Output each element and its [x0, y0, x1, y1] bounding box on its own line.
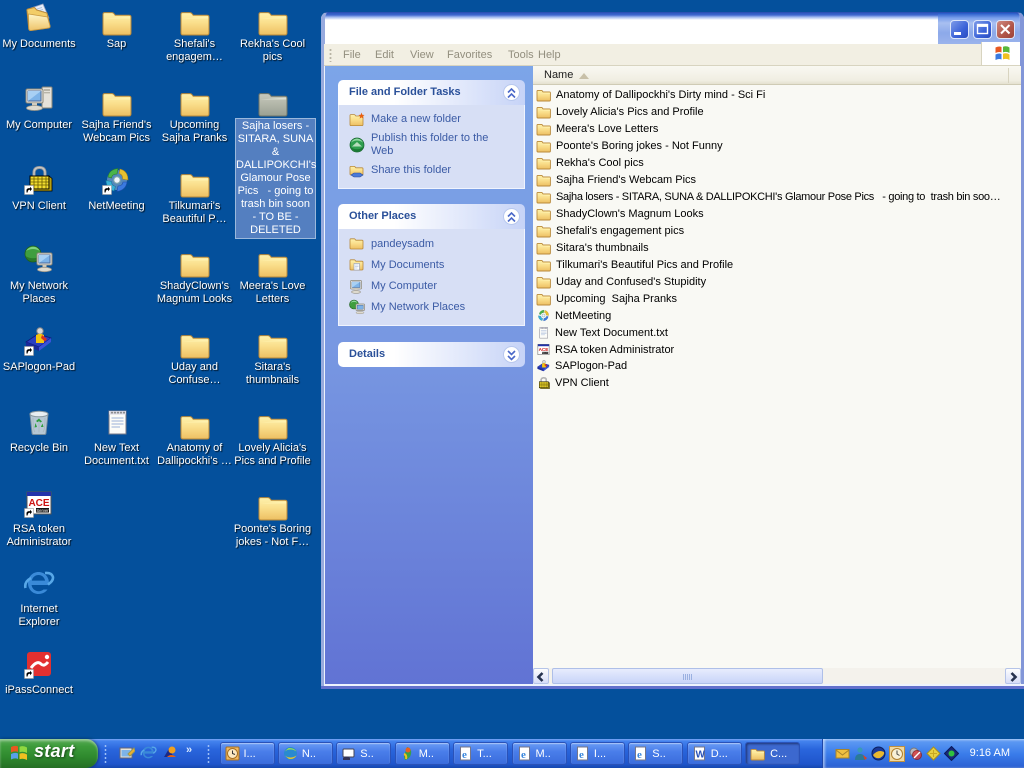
svg-text:e: e [579, 749, 584, 761]
svg-text:e: e [521, 749, 526, 761]
svg-text:e: e [637, 749, 642, 761]
svg-text:W: W [695, 750, 705, 761]
svg-text:e: e [462, 749, 467, 761]
